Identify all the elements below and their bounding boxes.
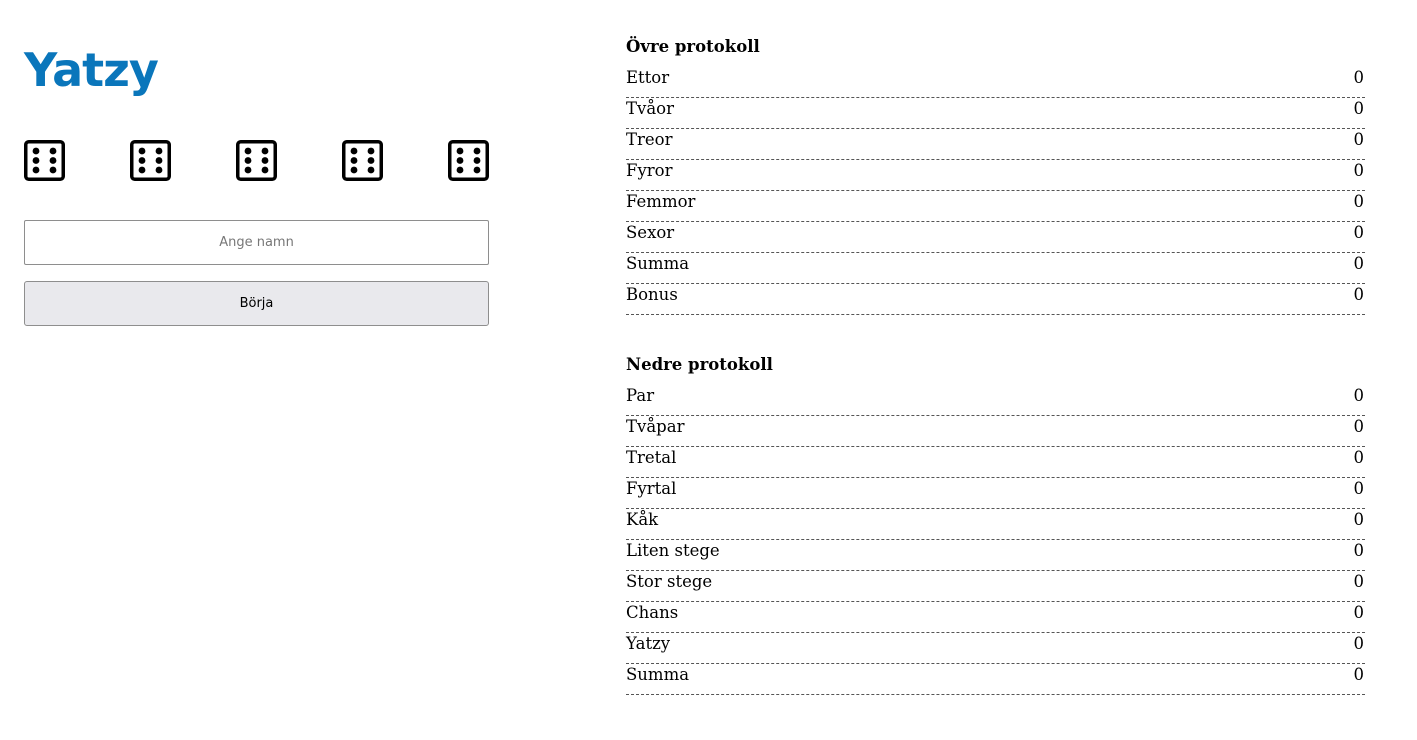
die-3[interactable] (236, 140, 277, 181)
upper-row: Ettor 0 (626, 67, 1365, 98)
upper-row: Fyror 0 (626, 160, 1365, 191)
upper-row-value: 0 (1353, 130, 1365, 149)
upper-row-label: Bonus (626, 285, 678, 304)
lower-row: Tretal 0 (626, 447, 1365, 478)
upper-row-value: 0 (1353, 99, 1365, 118)
die-4[interactable] (342, 140, 383, 181)
upper-row-label: Ettor (626, 68, 670, 87)
lower-row-value: 0 (1353, 510, 1365, 529)
lower-row: Kåk 0 (626, 509, 1365, 540)
lower-row-value: 0 (1353, 572, 1365, 591)
lower-row-label: Summa (626, 665, 690, 684)
die-six-icon (342, 140, 383, 181)
upper-row-label: Fyror (626, 161, 673, 180)
die-2[interactable] (130, 140, 171, 181)
upper-protocol-rows: Ettor 0 Tvåor 0 Treor 0 Fyror 0 Femmor 0 Sexor 0 Sum… (626, 67, 1365, 315)
lower-row-label: Tvåpar (626, 417, 685, 436)
lower-row: Summa 0 (626, 664, 1365, 695)
upper-row-label: Treor (626, 130, 673, 149)
lower-row-label: Chans (626, 603, 679, 622)
die-six-icon (236, 140, 277, 181)
lower-row-label: Stor stege (626, 572, 713, 591)
lower-row-value: 0 (1353, 541, 1365, 560)
upper-row-label: Sexor (626, 223, 675, 242)
die-six-icon (130, 140, 171, 181)
lower-row: Chans 0 (626, 602, 1365, 633)
upper-row-value: 0 (1353, 285, 1365, 304)
upper-row: Tvåor 0 (626, 98, 1365, 129)
upper-row-label: Tvåor (626, 99, 674, 118)
lower-row-value: 0 (1353, 448, 1365, 467)
lower-row-value: 0 (1353, 417, 1365, 436)
lower-row-label: Fyrtal (626, 479, 677, 498)
upper-row: Bonus 0 (626, 284, 1365, 315)
die-5[interactable] (448, 140, 489, 181)
upper-row: Sexor 0 (626, 222, 1365, 253)
lower-row-label: Tretal (626, 448, 677, 467)
die-1[interactable] (24, 140, 65, 181)
name-input[interactable] (24, 220, 489, 265)
lower-protocol-heading: Nedre protokoll (626, 355, 773, 374)
lower-row: Par 0 (626, 385, 1365, 416)
upper-protocol-heading: Övre protokoll (626, 37, 760, 56)
lower-row: Liten stege 0 (626, 540, 1365, 571)
lower-row-value: 0 (1353, 603, 1365, 622)
page-title: Yatzy (24, 43, 159, 97)
upper-row: Femmor 0 (626, 191, 1365, 222)
dice-row (24, 140, 489, 181)
upper-row-value: 0 (1353, 68, 1365, 87)
lower-row: Yatzy 0 (626, 633, 1365, 664)
upper-row: Summa 0 (626, 253, 1365, 284)
upper-row-value: 0 (1353, 192, 1365, 211)
die-six-icon (448, 140, 489, 181)
lower-row: Tvåpar 0 (626, 416, 1365, 447)
lower-row-label: Par (626, 386, 655, 405)
upper-row: Treor 0 (626, 129, 1365, 160)
lower-row-label: Yatzy (626, 634, 671, 653)
start-button[interactable]: Börja (24, 281, 489, 326)
lower-row-value: 0 (1353, 386, 1365, 405)
upper-row-value: 0 (1353, 223, 1365, 242)
lower-row-label: Liten stege (626, 541, 720, 560)
upper-protocol: Övre protokoll Ettor 0 Tvåor 0 Treor 0 Fyror 0 F… (626, 37, 1365, 315)
lower-protocol-rows: Par 0 Tvåpar 0 Tretal 0 Fyrtal 0 Kåk 0 Liten stege… (626, 385, 1365, 695)
lower-row-value: 0 (1353, 665, 1365, 684)
upper-row-label: Femmor (626, 192, 696, 211)
upper-row-label: Summa (626, 254, 690, 273)
upper-row-value: 0 (1353, 161, 1365, 180)
lower-row-label: Kåk (626, 510, 659, 529)
lower-row-value: 0 (1353, 634, 1365, 653)
lower-protocol: Nedre protokoll Par 0 Tvåpar 0 Tretal 0 Fyrtal… (626, 355, 1365, 695)
die-six-icon (24, 140, 65, 181)
lower-row: Fyrtal 0 (626, 478, 1365, 509)
lower-row: Stor stege 0 (626, 571, 1365, 602)
upper-row-value: 0 (1353, 254, 1365, 273)
lower-row-value: 0 (1353, 479, 1365, 498)
